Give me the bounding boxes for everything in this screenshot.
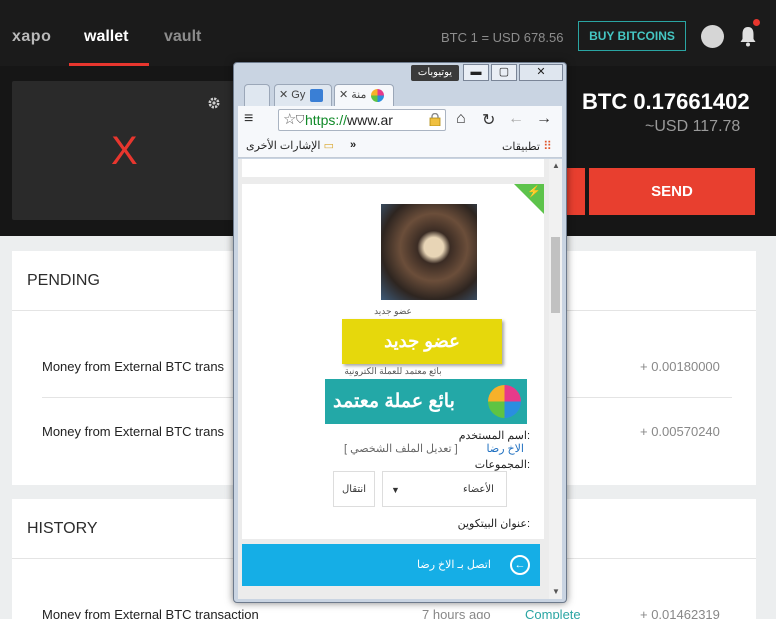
bookmarks-more[interactable]: » (350, 139, 356, 151)
xapo-logo[interactable]: xapo (12, 28, 51, 46)
rank-caption: عضو جديد (374, 306, 412, 316)
bookmark-label: تطبيقات (502, 141, 540, 153)
window-titlebar[interactable]: يوتيوبات ▬ ▢ ✕ (234, 63, 566, 83)
url-host: www.ar (347, 112, 393, 128)
forward-icon[interactable]: ← (508, 110, 524, 128)
scroll-down-icon[interactable]: ▼ (552, 587, 560, 596)
history-title: HISTORY (27, 520, 98, 537)
history-row-time: 7 hours ago (422, 607, 491, 619)
pending-row-desc[interactable]: Money from External BTC trans (42, 359, 224, 374)
bookmark-label: الإشارات الأخرى (246, 140, 321, 152)
pending-row-desc[interactable]: Money from External BTC trans (42, 424, 224, 439)
btc-balance: BTC 0.17661402 (582, 89, 750, 114)
bitcoin-address-label: عنوان البيتكوين: (457, 518, 530, 530)
send-button[interactable]: SEND (589, 168, 755, 215)
history-row-status: Complete (525, 607, 581, 619)
nav-wallet[interactable]: wallet (84, 28, 128, 46)
content-strip (242, 159, 544, 177)
edit-profile-link[interactable]: [ تعديل الملف الشخصي ] (344, 442, 458, 455)
browser-tab-active[interactable]: ✕ منة (334, 84, 394, 106)
top-navbar: xapo wallet vault BTC 1 = USD 678.56 BUY… (0, 0, 776, 66)
bell-icon[interactable] (739, 25, 757, 47)
scrollbar-thumb[interactable] (551, 237, 560, 313)
close-icon[interactable]: ✕ (339, 89, 348, 101)
username-label: اسم المستخدم: (458, 430, 530, 442)
history-row-amount: + 0.01462319 (640, 607, 720, 619)
contact-label: اتصل بـ الاخ رضا (417, 559, 491, 571)
bookmarks-bar: الإشارات الأخرى ▭ » تطبيقات ⠿ (238, 134, 562, 158)
site-logo-icon (488, 385, 521, 418)
avatar[interactable] (701, 25, 724, 48)
profile-card: ⚡ عضو جديد عضو جديد بائع معتمد للعملة ال… (242, 184, 544, 539)
address-bar[interactable]: ☆ ⛉ https://www.ar (278, 109, 446, 131)
lock-icon (429, 113, 441, 126)
window-label: يوتيوبات (411, 65, 459, 81)
shield-icon: ⛉ (296, 114, 305, 126)
scrollbar[interactable] (549, 159, 562, 599)
close-icon[interactable]: ✕ (279, 89, 288, 101)
browser-popup-window[interactable]: يوتيوبات ▬ ▢ ✕ ✕ Gy ✕ منة ≡ ☆ ⛉ https://… (233, 62, 567, 603)
move-button[interactable]: انتقال (333, 471, 375, 507)
bookmark-folder-other[interactable]: الإشارات الأخرى ▭ (246, 139, 334, 152)
folder-icon: ▭ (323, 140, 334, 152)
group-select-value: الأعضاء (463, 484, 494, 495)
star-icon[interactable]: ☆ (283, 110, 296, 130)
rank-badge-certified-seller: بائع عملة معتمد (325, 379, 527, 424)
contact-user-button[interactable]: اتصل بـ الاخ رضا ← (242, 544, 540, 586)
reload-icon[interactable]: ↻ (482, 110, 495, 130)
minimize-button[interactable]: ▬ (463, 64, 489, 81)
profile-photo[interactable] (381, 204, 477, 300)
pending-title: PENDING (27, 272, 100, 289)
lightning-icon: ⚡ (527, 186, 541, 198)
rank-caption: بائع معتمد للعملة الكترونية (344, 366, 442, 376)
menu-icon[interactable]: ≡ (244, 110, 253, 128)
browser-toolbar: ≡ ☆ ⛉ https://www.ar ⌂ ↻ ← → (238, 106, 562, 134)
browser-tab-2[interactable]: ✕ Gy (274, 84, 332, 106)
arrow-left-icon: ← (510, 555, 530, 575)
card-status-mark: X (111, 129, 138, 173)
gear-icon[interactable] (207, 96, 221, 110)
home-icon[interactable]: ⌂ (456, 110, 466, 128)
groups-label: المجموعات: (474, 459, 530, 471)
btc-rate: BTC 1 = USD 678.56 (441, 30, 564, 45)
scroll-up-icon[interactable]: ▲ (552, 161, 560, 170)
pending-row-amount: + 0.00570240 (640, 424, 720, 439)
rank-badge-label: بائع عملة معتمد (333, 391, 455, 412)
close-window-button[interactable]: ✕ (519, 64, 563, 81)
tab-title: Gy (291, 89, 306, 101)
group-select[interactable]: ▼ الأعضاء (382, 471, 507, 507)
buy-bitcoins-button[interactable]: BUY BITCOINS (578, 21, 686, 51)
rank-badge-new-member: عضو جديد (342, 319, 502, 364)
pending-row-amount: + 0.00180000 (640, 359, 720, 374)
notification-dot (753, 19, 760, 26)
usd-balance: ~USD 117.78 (645, 118, 741, 135)
apps-grid-icon: ⠿ (543, 139, 552, 153)
maximize-button[interactable]: ▢ (491, 64, 517, 81)
page-content: ⚡ عضو جديد عضو جديد بائع معتمد للعملة ال… (238, 159, 562, 599)
back-icon[interactable]: → (536, 110, 552, 128)
browser-tab-new[interactable] (244, 84, 270, 106)
history-row-desc[interactable]: Money from External BTC transaction (42, 607, 259, 619)
username-link[interactable]: الاخ رضا (487, 442, 525, 455)
bookmark-apps[interactable]: تطبيقات ⠿ (502, 139, 552, 153)
tab-title: منة (351, 89, 367, 101)
nav-vault[interactable]: vault (164, 28, 201, 46)
favicon-icon (310, 88, 324, 102)
favicon-icon (371, 88, 385, 102)
url-scheme: https:// (305, 112, 348, 128)
chevron-down-icon: ▼ (391, 485, 400, 495)
